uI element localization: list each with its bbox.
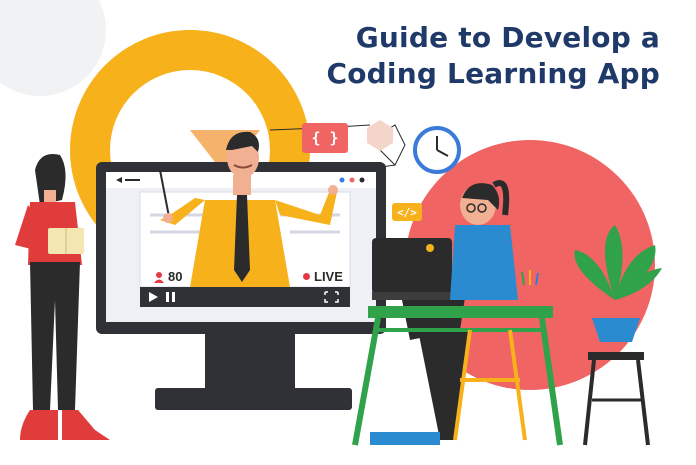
viewer-person-icon <box>154 271 164 283</box>
pencil-cup <box>520 270 540 305</box>
title-line-2: Coding Learning App <box>326 57 660 90</box>
viewer-count-value: 80 <box>168 269 183 284</box>
title-line-1: Guide to Develop a <box>355 21 660 54</box>
code-tag-label: </> <box>397 205 417 219</box>
hexagon-shape <box>367 120 393 151</box>
code-tag-badge: </> <box>392 203 422 221</box>
code-braces-badge: { } <box>302 123 348 153</box>
illustration: Guide to Develop a Coding Learning App {… <box>0 0 696 465</box>
viewer-count: 80 <box>153 269 182 284</box>
page-title: Guide to Develop a Coding Learning App <box>327 20 661 92</box>
video-controls-bar <box>140 287 350 307</box>
live-label: LIVE <box>314 269 343 284</box>
live-dot-icon <box>303 273 310 280</box>
bg-circle-gray <box>0 0 106 96</box>
clock-icon <box>413 126 461 174</box>
code-braces-label: { } <box>311 129 339 147</box>
live-indicator: LIVE <box>303 269 343 284</box>
